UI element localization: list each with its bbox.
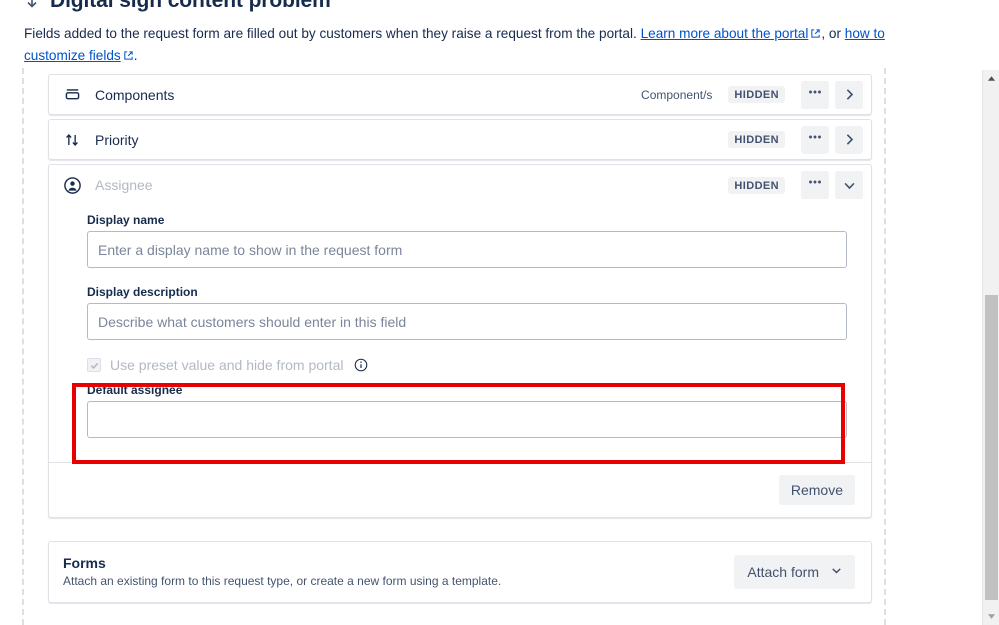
more-actions-icon[interactable] [801,171,829,199]
vertical-scrollbar[interactable] [982,70,999,625]
display-description-group: Display description [87,285,847,340]
intro-text-3: . [133,47,138,63]
scroll-down-arrow-icon[interactable] [983,608,999,625]
field-header-priority[interactable]: Priority HIDDEN [49,120,871,159]
preset-value-checkbox-label: Use preset value and hide from portal [110,357,344,373]
chevron-right-icon[interactable] [835,80,863,109]
external-link-icon-2 [123,47,134,68]
field-label-priority: Priority [95,131,139,148]
default-assignee-group: Default assignee [87,383,847,440]
intro-text-2: , or [821,26,845,41]
attach-form-label: Attach form [747,564,819,580]
display-name-label: Display name [87,213,165,227]
field-header-assignee[interactable]: Assignee HIDDEN [49,165,871,205]
default-assignee-label: Default assignee [87,383,183,397]
learn-more-portal-link[interactable]: Learn more about the portal [641,26,809,41]
intro-text-1: Fields added to the request form are fil… [24,26,641,41]
assignee-config-body: Display name Display description Use pre… [49,205,871,440]
chevron-down-icon [829,563,844,581]
priority-arrows-icon [61,129,83,151]
field-header-components[interactable]: Components Component/s HIDDEN [49,75,871,114]
intro-paragraph: Fields added to the request form are fil… [24,24,904,67]
field-card-components[interactable]: Components Component/s HIDDEN [48,74,872,115]
page-title: Digital sign content problem [50,0,331,12]
info-icon[interactable] [354,358,368,372]
forms-text-block: Forms Attach an existing form to this re… [63,554,734,590]
remove-button[interactable]: Remove [778,475,855,505]
external-link-icon [810,25,821,46]
attach-form-button[interactable]: Attach form [734,555,855,589]
scroll-up-arrow-icon[interactable] [983,70,999,87]
forms-subtitle: Attach an existing form to this request … [63,574,502,588]
default-assignee-input[interactable] [87,401,847,438]
drop-zone-guide-right [884,68,886,625]
forms-title: Forms [63,555,106,571]
preset-value-checkbox-row[interactable]: Use preset value and hide from portal [87,357,847,373]
display-description-input[interactable] [87,303,847,340]
chevron-down-icon[interactable] [835,171,863,199]
display-name-group: Display name [87,213,847,268]
display-description-label: Display description [87,285,198,299]
assignee-card-footer: Remove [49,462,871,517]
forms-card: Forms Attach an existing form to this re… [48,541,872,603]
person-circle-icon [61,174,83,196]
status-badge-assignee: HIDDEN [728,176,785,194]
request-type-fields-page: Digital sign content problem Fields adde… [0,0,999,625]
field-card-priority[interactable]: Priority HIDDEN [48,119,872,160]
components-icon [61,84,83,106]
field-context-components: Component/s [641,87,713,102]
display-name-input[interactable] [87,231,847,268]
page-title-row: Digital sign content problem [24,0,331,14]
field-list: Components Component/s HIDDEN Priority H… [48,74,872,522]
arrow-down-icon [24,0,40,9]
more-actions-icon[interactable] [801,80,829,109]
status-badge-components: HIDDEN [728,86,785,103]
scrollbar-thumb[interactable] [985,295,998,600]
status-badge-priority: HIDDEN [728,131,785,148]
field-label-assignee: Assignee [95,177,153,193]
checkbox-checked-icon[interactable] [87,358,101,372]
field-card-assignee[interactable]: Assignee HIDDEN Display name Display des… [48,164,872,518]
drop-zone-guide-left [22,68,24,625]
chevron-right-icon[interactable] [835,125,863,154]
field-label-components: Components [95,86,175,103]
more-actions-icon[interactable] [801,125,829,154]
